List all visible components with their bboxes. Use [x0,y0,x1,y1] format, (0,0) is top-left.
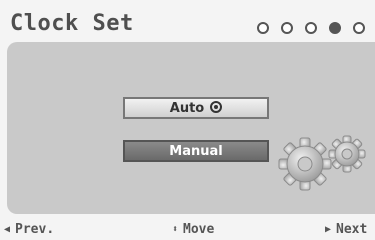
step-dot-1 [257,22,269,34]
left-arrow-icon: ◀ [4,224,11,235]
manual-button-label: Manual [169,144,223,159]
step-dot-2 [281,22,293,34]
prev-hint: ◀ Prev. [4,222,54,238]
up-down-arrow-icon: ⬍ [172,224,179,235]
manual-button[interactable]: Manual [123,140,269,162]
footer-hints: ◀ Prev. ⬍ Move ▶ Next [0,214,375,240]
next-hint: ▶ Next [325,222,367,238]
step-dot-4-current [329,22,341,34]
record-icon [210,101,223,113]
header: Clock Set [0,0,375,42]
page-title: Clock Set [10,11,134,36]
gears-icon [278,135,366,191]
prev-label: Prev. [15,222,55,237]
step-dot-5 [353,22,365,34]
auto-button[interactable]: Auto [123,97,269,119]
move-label: Move [183,222,215,237]
step-dot-3 [305,22,317,34]
right-arrow-icon: ▶ [325,224,332,235]
move-hint: ⬍ Move [172,222,214,238]
next-label: Next [336,222,368,237]
auto-button-label: Auto [169,101,205,116]
options-panel: Auto Manual [7,42,375,214]
clock-set-screen: Clock Set Auto Manual ◀ Prev. ⬍ Move ▶ N… [0,0,375,240]
